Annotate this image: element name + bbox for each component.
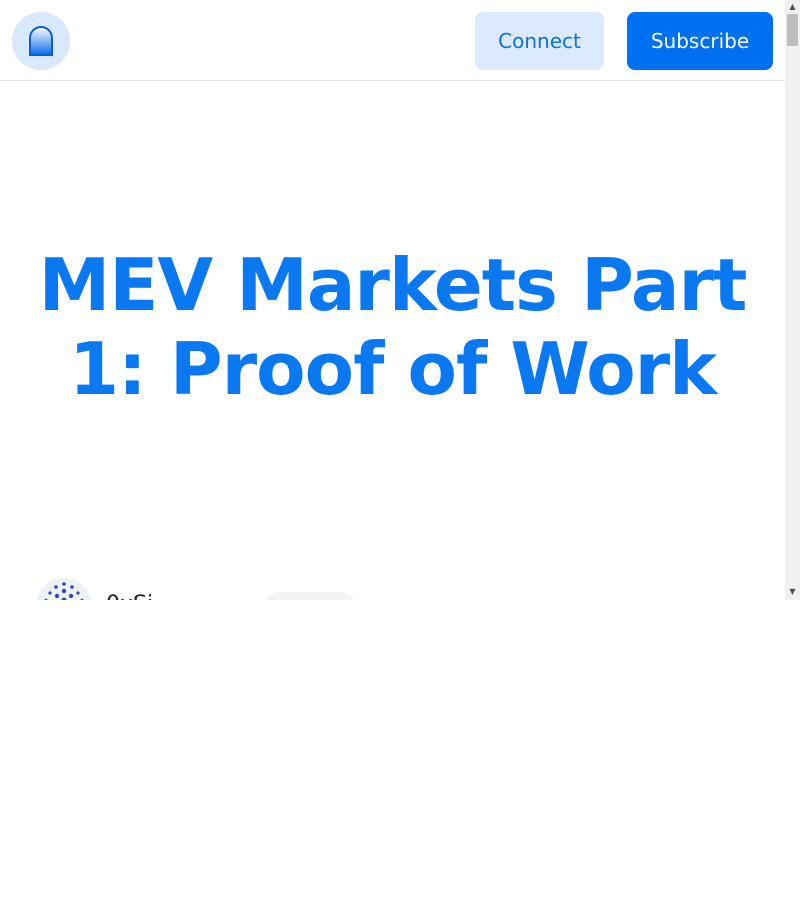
connect-button-label: Connect	[498, 29, 581, 53]
subscribe-button-label: Subscribe	[650, 29, 750, 53]
scroll-thumb[interactable]	[787, 14, 798, 46]
browser-viewport: Connect Subscribe MEV Markets Part 1: Pr…	[0, 0, 800, 600]
author-name[interactable]: 0xSi…	[106, 592, 175, 600]
scroll-down-arrow[interactable]: ▼	[785, 585, 800, 599]
article-title: MEV Markets Part 1: Proof of Work	[38, 243, 748, 411]
arch-logo-icon	[29, 26, 53, 56]
vertical-scrollbar[interactable]: ▲ ▼	[785, 0, 800, 600]
author-badge[interactable]	[264, 592, 356, 600]
site-header: Connect Subscribe	[0, 0, 785, 81]
author-row: 0xSi…	[36, 578, 756, 600]
site-logo[interactable]	[12, 12, 70, 70]
author-avatar[interactable]	[36, 578, 92, 600]
scroll-up-arrow[interactable]: ▲	[785, 0, 800, 14]
connect-button[interactable]: Connect	[475, 12, 604, 70]
avatar-dots-icon	[44, 582, 84, 600]
page-content: Connect Subscribe MEV Markets Part 1: Pr…	[0, 0, 785, 600]
subscribe-button[interactable]: Subscribe	[627, 12, 773, 70]
